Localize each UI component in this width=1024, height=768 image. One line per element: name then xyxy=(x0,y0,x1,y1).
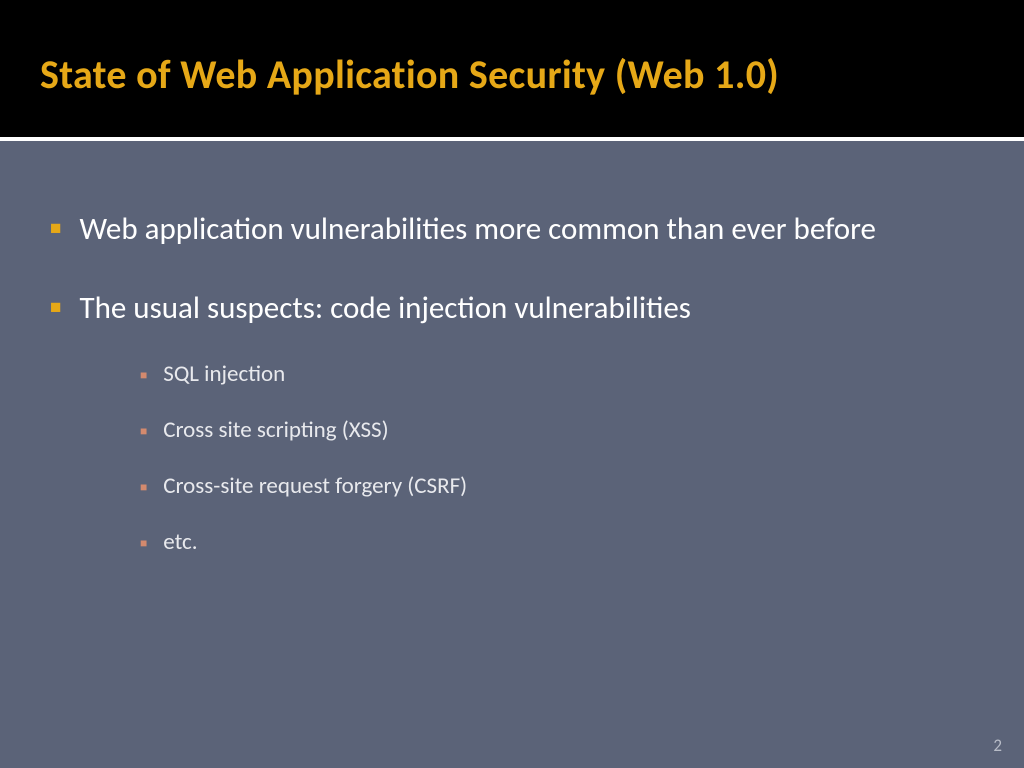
sub-bullet-item: ■ etc. xyxy=(140,528,974,556)
square-bullet-icon: ■ xyxy=(50,290,61,325)
bullet-text: The usual suspects: code injection vulne… xyxy=(79,280,690,337)
sub-bullet-list: ■ SQL injection ■ Cross site scripting (… xyxy=(50,360,974,556)
sub-bullet-text: SQL injection xyxy=(163,360,285,388)
sub-bullet-text: etc. xyxy=(163,528,197,556)
bullet-item: ■ The usual suspects: code injection vul… xyxy=(50,280,974,337)
page-number: 2 xyxy=(993,735,1002,756)
bullet-item: ■ Web application vulnerabilities more c… xyxy=(50,201,974,258)
small-square-bullet-icon: ■ xyxy=(140,424,147,439)
square-bullet-icon: ■ xyxy=(50,211,61,246)
small-square-bullet-icon: ■ xyxy=(140,480,147,495)
sub-bullet-item: ■ SQL injection xyxy=(140,360,974,388)
slide-content: ■ Web application vulnerabilities more c… xyxy=(0,141,1024,768)
sub-bullet-text: Cross-site request forgery (CSRF) xyxy=(163,472,467,500)
bullet-text: Web application vulnerabilities more com… xyxy=(79,201,876,258)
sub-bullet-text: Cross site scripting (XSS) xyxy=(163,416,388,444)
slide: State of Web Application Security (Web 1… xyxy=(0,0,1024,768)
slide-title: State of Web Application Security (Web 1… xyxy=(40,50,984,99)
sub-bullet-item: ■ Cross site scripting (XSS) xyxy=(140,416,974,444)
small-square-bullet-icon: ■ xyxy=(140,368,147,383)
slide-header: State of Web Application Security (Web 1… xyxy=(0,0,1024,137)
sub-bullet-item: ■ Cross-site request forgery (CSRF) xyxy=(140,472,974,500)
small-square-bullet-icon: ■ xyxy=(140,536,147,551)
